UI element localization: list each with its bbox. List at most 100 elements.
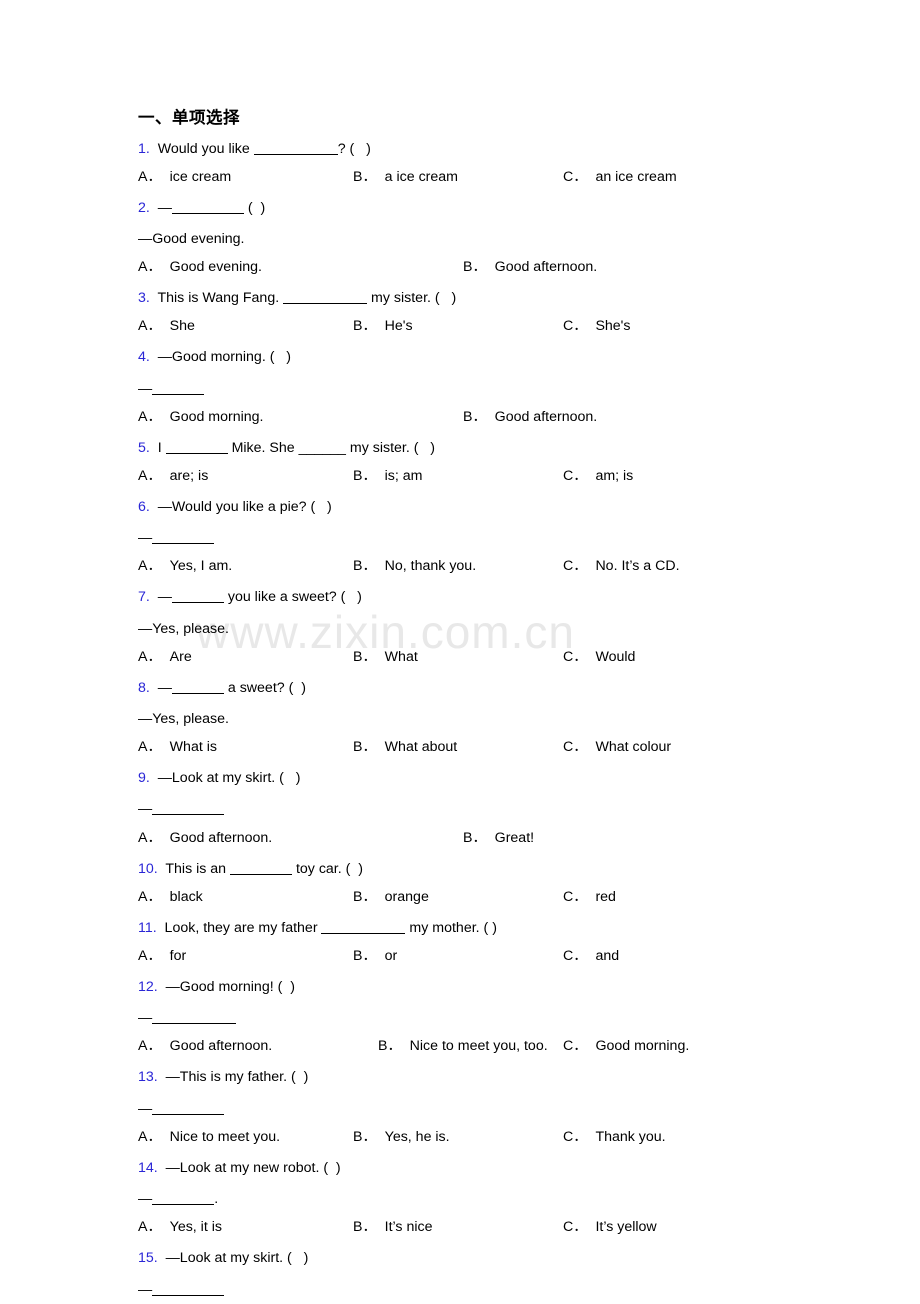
option-text: Thank you. bbox=[595, 1128, 666, 1145]
option-letter: A． bbox=[138, 739, 162, 756]
option-a[interactable]: A． Nice to meet you. bbox=[138, 1130, 280, 1144]
option-c[interactable]: C． am; is bbox=[563, 469, 633, 483]
option-c[interactable]: C． Would bbox=[563, 650, 635, 664]
question-continuation: —Yes, please. bbox=[138, 612, 838, 643]
option-letter: B． bbox=[353, 648, 377, 665]
answer-blank bbox=[283, 292, 368, 305]
option-text: Nice to meet you, too. bbox=[409, 1038, 548, 1055]
option-b[interactable]: B． is; am bbox=[353, 469, 423, 483]
question-number: 9. bbox=[138, 770, 150, 787]
option-row: A． Good morning. B． Good afternoon. bbox=[138, 403, 838, 434]
option-row: A． Are B． What C． Would bbox=[138, 643, 838, 674]
option-letter: C． bbox=[563, 468, 588, 485]
option-b[interactable]: B． Great! bbox=[463, 830, 534, 845]
option-text: a ice cream bbox=[384, 168, 458, 185]
option-text: It’s nice bbox=[384, 1219, 433, 1236]
option-a[interactable]: A． for bbox=[138, 949, 186, 963]
question-text: This is an bbox=[157, 860, 231, 877]
option-c[interactable]: C． Thank you. bbox=[563, 1130, 666, 1144]
continuation-text: — bbox=[138, 1010, 153, 1027]
answer-blank bbox=[230, 863, 293, 875]
option-b[interactable]: B． Yes, he is. bbox=[353, 1130, 450, 1144]
option-a[interactable]: A． Are bbox=[138, 650, 192, 664]
option-c[interactable]: C． Good morning. bbox=[563, 1039, 689, 1053]
answer-blank bbox=[152, 803, 225, 816]
option-letter: A． bbox=[138, 1219, 162, 1236]
option-a[interactable]: A． ice cream bbox=[138, 170, 231, 184]
option-a[interactable]: A． black bbox=[138, 890, 203, 904]
option-row: A． are; is B． is; am C． am; is bbox=[138, 462, 838, 493]
question-number: 13. bbox=[138, 1069, 158, 1086]
question-number: 6. bbox=[138, 499, 150, 516]
option-letter: C． bbox=[563, 168, 588, 185]
option-a[interactable]: A． She bbox=[138, 319, 195, 333]
option-text: What is bbox=[169, 739, 217, 756]
option-c[interactable]: C． She's bbox=[563, 319, 630, 333]
question-text: —Look at my new robot. ( ) bbox=[157, 1159, 341, 1176]
option-b[interactable]: B． Good afternoon. bbox=[463, 260, 597, 274]
option-a[interactable]: A． Yes, it is bbox=[138, 1220, 222, 1234]
option-letter: A． bbox=[138, 888, 162, 905]
question-number: 10. bbox=[138, 860, 158, 877]
continuation-text: — bbox=[138, 380, 153, 397]
continuation-text: —Yes, please. bbox=[138, 620, 229, 637]
option-b[interactable]: B． orange bbox=[353, 890, 429, 904]
answer-blank bbox=[152, 1193, 215, 1206]
option-b[interactable]: B． It’s nice bbox=[353, 1220, 433, 1234]
option-a[interactable]: A． Yes, I am. bbox=[138, 559, 232, 573]
option-c[interactable]: C． and bbox=[563, 949, 619, 963]
option-letter: B． bbox=[353, 1219, 377, 1236]
option-b[interactable]: B． Good afternoon. bbox=[463, 410, 597, 424]
option-b[interactable]: B． What bbox=[353, 650, 418, 664]
option-a[interactable]: A． Good morning. bbox=[138, 410, 264, 424]
option-text: What colour bbox=[595, 739, 672, 756]
option-letter: A． bbox=[138, 408, 162, 425]
option-b[interactable]: B． He's bbox=[353, 319, 413, 333]
option-letter: A． bbox=[138, 948, 162, 965]
option-a[interactable]: A． Good afternoon. bbox=[138, 1039, 272, 1053]
question-stem: 7. — you like a sweet? ( ) bbox=[138, 583, 838, 611]
option-a[interactable]: A． are; is bbox=[138, 469, 208, 483]
option-row: A． Yes, it is B． It’s nice C． It’s yellow bbox=[138, 1213, 838, 1244]
option-row: A． She B． He's C． She's bbox=[138, 312, 838, 343]
option-c[interactable]: C． What colour bbox=[563, 740, 671, 754]
question-stem: 12. —Good morning! ( ) bbox=[138, 973, 838, 1001]
option-b[interactable]: B． What about bbox=[353, 740, 457, 754]
answer-blank bbox=[253, 143, 338, 155]
option-text: Would bbox=[595, 648, 636, 665]
option-b[interactable]: B． No, thank you. bbox=[353, 559, 476, 573]
question-text-tail: my mother. ( ) bbox=[405, 919, 497, 936]
option-b[interactable]: B． or bbox=[353, 949, 397, 963]
option-letter: C． bbox=[563, 1128, 588, 1145]
question-text-tail: toy car. ( ) bbox=[292, 860, 363, 877]
question-stem: 13. —This is my father. ( ) bbox=[138, 1063, 838, 1091]
question-text-tail: you like a sweet? ( ) bbox=[223, 589, 362, 606]
answer-blank bbox=[165, 442, 228, 454]
continuation-text: —Good evening. bbox=[138, 231, 245, 248]
question-number: 5. bbox=[138, 439, 150, 456]
option-c[interactable]: C． No. It’s a CD. bbox=[563, 559, 680, 573]
option-text: No, thank you. bbox=[384, 558, 477, 575]
question-number: 14. bbox=[138, 1159, 158, 1176]
option-a[interactable]: A． What is bbox=[138, 740, 217, 754]
option-row: A． Good afternoon. B． Great! bbox=[138, 824, 838, 855]
option-c[interactable]: C． It’s yellow bbox=[563, 1220, 657, 1234]
option-c[interactable]: C． red bbox=[563, 890, 616, 904]
question-stem: 3. This is Wang Fang. my sister. ( ) bbox=[138, 284, 838, 312]
question-text: —Good morning. ( ) bbox=[149, 349, 291, 366]
option-row: A． What is B． What about C． What colour bbox=[138, 733, 838, 764]
option-a[interactable]: A． Good afternoon. bbox=[138, 830, 272, 845]
option-text: and bbox=[595, 948, 620, 965]
option-letter: B． bbox=[353, 468, 377, 485]
question-text: — bbox=[149, 679, 172, 696]
option-letter: C． bbox=[563, 318, 588, 335]
question-text: This is Wang Fang. bbox=[149, 290, 284, 307]
answer-blank bbox=[171, 202, 244, 214]
option-a[interactable]: A． Good evening. bbox=[138, 260, 262, 274]
option-letter: A． bbox=[138, 1128, 162, 1145]
answer-blank bbox=[171, 682, 224, 694]
option-text: are; is bbox=[169, 468, 209, 485]
option-b[interactable]: B． Nice to meet you, too. bbox=[378, 1039, 548, 1053]
option-b[interactable]: B． a ice cream bbox=[353, 170, 458, 184]
option-c[interactable]: C． an ice cream bbox=[563, 170, 677, 184]
